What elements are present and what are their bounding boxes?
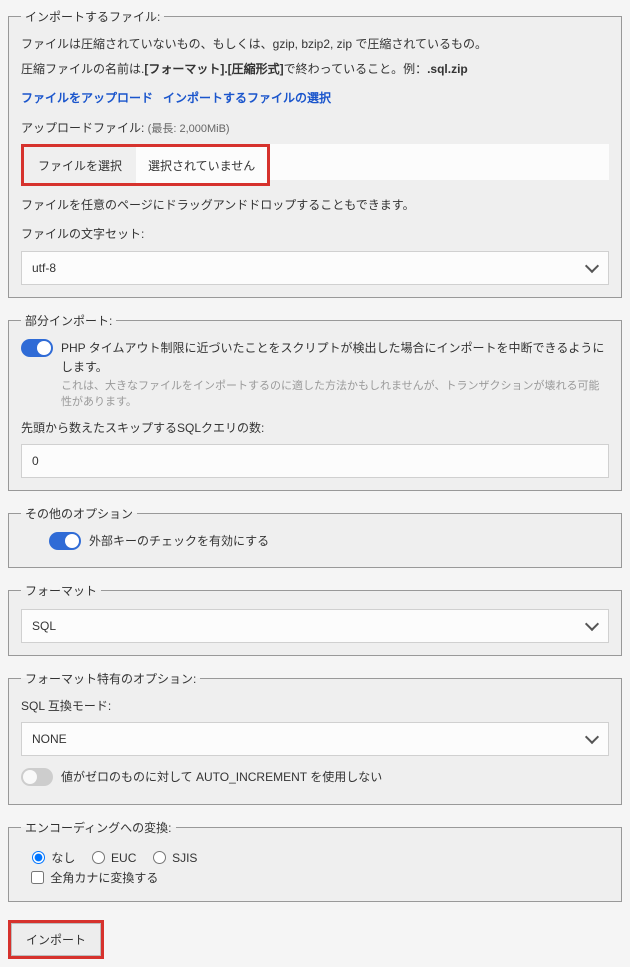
zenkaku-checkbox[interactable] [31, 871, 44, 884]
encoding-fieldset: エンコーディングへの変換: なし EUC SJIS 全角カナに変換する [8, 819, 622, 902]
encoding-none-radio[interactable] [32, 851, 45, 864]
choose-import-file-link[interactable]: インポートするファイルの選択 [163, 91, 331, 105]
fk-toggle[interactable] [49, 532, 81, 550]
file-chooser-row: ファイルを選択 選択されていません [21, 144, 609, 186]
other-options-legend: その他のオプション [21, 505, 137, 522]
file-chosen-status: 選択されていません [136, 147, 267, 183]
file-chooser-highlight: ファイルを選択 選択されていません [21, 144, 270, 186]
format-legend: フォーマット [21, 582, 101, 599]
charset-label: ファイルの文字セット: [21, 225, 609, 244]
upload-links: ファイルをアップロード インポートするファイルの選択 [21, 89, 609, 108]
import-file-fieldset: インポートするファイル: ファイルは圧縮されていないもの、もしくは、gzip, … [8, 8, 622, 298]
choose-file-button[interactable]: ファイルを選択 [24, 147, 136, 183]
format-fieldset: フォーマット SQL [8, 582, 622, 656]
format-options-fieldset: フォーマット特有のオプション: SQL 互換モード: NONE 値がゼロのものに… [8, 670, 622, 804]
import-compress-note: ファイルは圧縮されていないもの、もしくは、gzip, bzip2, zip で圧… [21, 35, 609, 54]
partial-import-legend: 部分インポート: [21, 312, 116, 329]
partial-import-fieldset: 部分インポート: PHP タイムアウト制限に近づいたことをスクリプトが検出した場… [8, 312, 622, 492]
encoding-euc-radio[interactable] [92, 851, 105, 864]
zenkaku-label[interactable]: 全角カナに変換する [27, 871, 158, 885]
import-submit-button[interactable]: インポート [11, 923, 101, 956]
file-row-spacer [270, 144, 609, 180]
encoding-euc-label[interactable]: EUC [87, 851, 137, 865]
ai-zero-toggle[interactable] [21, 768, 53, 786]
skip-queries-label: 先頭から数えたスキップするSQLクエリの数: [21, 419, 609, 438]
encoding-sjis-radio[interactable] [153, 851, 166, 864]
timeout-toggle-label: PHP タイムアウト制限に近づいたことをスクリプトが検出した場合にインポートを中… [61, 339, 609, 377]
timeout-toggle[interactable] [21, 339, 53, 357]
fk-toggle-row: 外部キーのチェックを有効にする [49, 532, 609, 551]
submit-highlight: インポート [8, 920, 104, 959]
format-select[interactable]: SQL [21, 609, 609, 643]
other-options-fieldset: その他のオプション 外部キーのチェックを有効にする [8, 505, 622, 568]
import-filename-note: 圧縮ファイルの名前は.[フォーマット].[圧縮形式]で終わっていること。例：.s… [21, 60, 609, 79]
timeout-toggle-row: PHP タイムアウト制限に近づいたことをスクリプトが検出した場合にインポートを中… [21, 339, 609, 409]
upload-file-limit: (最長: 2,000MiB) [148, 123, 230, 135]
fk-toggle-label: 外部キーのチェックを有効にする [89, 532, 269, 551]
upload-file-label: アップロードファイル: [21, 121, 148, 135]
import-file-legend: インポートするファイル: [21, 8, 164, 25]
skip-queries-input[interactable] [21, 444, 609, 478]
upload-file-link[interactable]: ファイルをアップロード [21, 91, 153, 105]
encoding-sjis-label[interactable]: SJIS [148, 851, 198, 865]
charset-select[interactable]: utf-8 [21, 251, 609, 285]
encoding-legend: エンコーディングへの変換: [21, 819, 176, 836]
drag-drop-note: ファイルを任意のページにドラッグアンドドロップすることもできます。 [21, 196, 609, 215]
format-options-legend: フォーマット特有のオプション: [21, 670, 200, 687]
compat-mode-label: SQL 互換モード: [21, 697, 609, 716]
encoding-radio-row: なし EUC SJIS [27, 848, 609, 866]
upload-file-label-row: アップロードファイル: (最長: 2,000MiB) [21, 119, 609, 139]
compat-mode-select[interactable]: NONE [21, 722, 609, 756]
ai-zero-toggle-label: 値がゼロのものに対して AUTO_INCREMENT を使用しない [61, 768, 382, 787]
encoding-none-label[interactable]: なし [27, 851, 75, 865]
ai-zero-toggle-row: 値がゼロのものに対して AUTO_INCREMENT を使用しない [21, 768, 609, 787]
timeout-toggle-help: これは、大きなファイルをインポートするのに適した方法かもしれませんが、トランザク… [61, 377, 609, 409]
zenkaku-check-row: 全角カナに変換する [27, 868, 609, 887]
